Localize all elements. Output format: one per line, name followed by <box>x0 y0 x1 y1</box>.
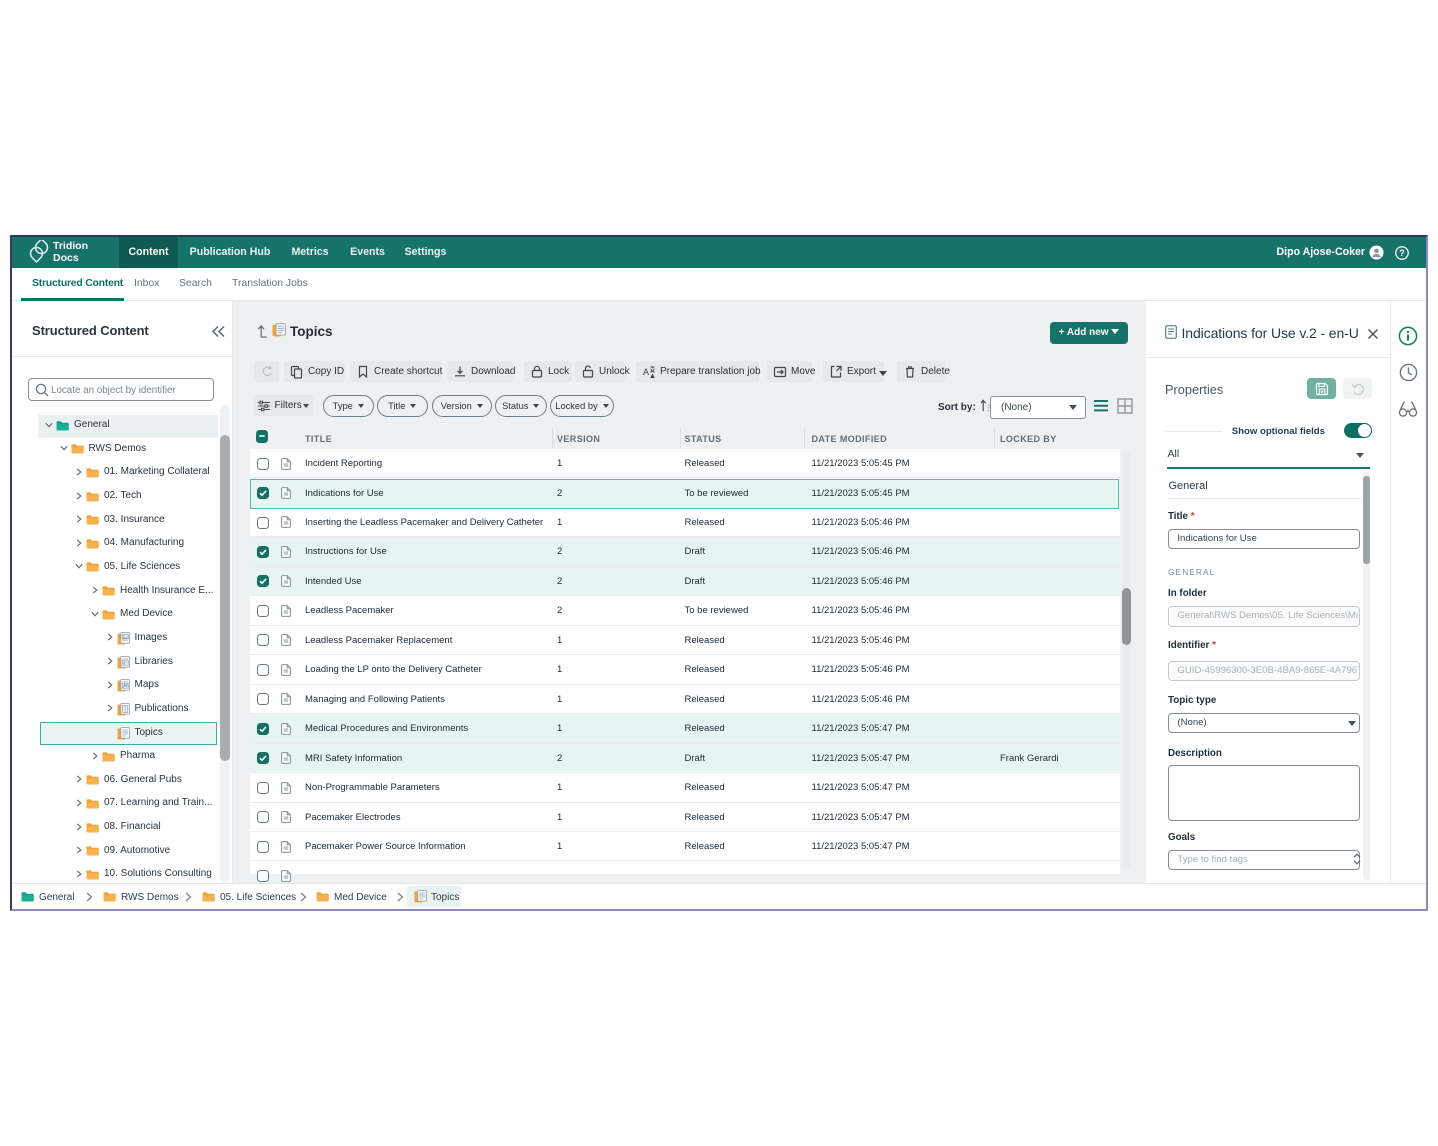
svg-text:A: A <box>643 367 649 377</box>
svg-text:?: ? <box>1399 248 1404 258</box>
